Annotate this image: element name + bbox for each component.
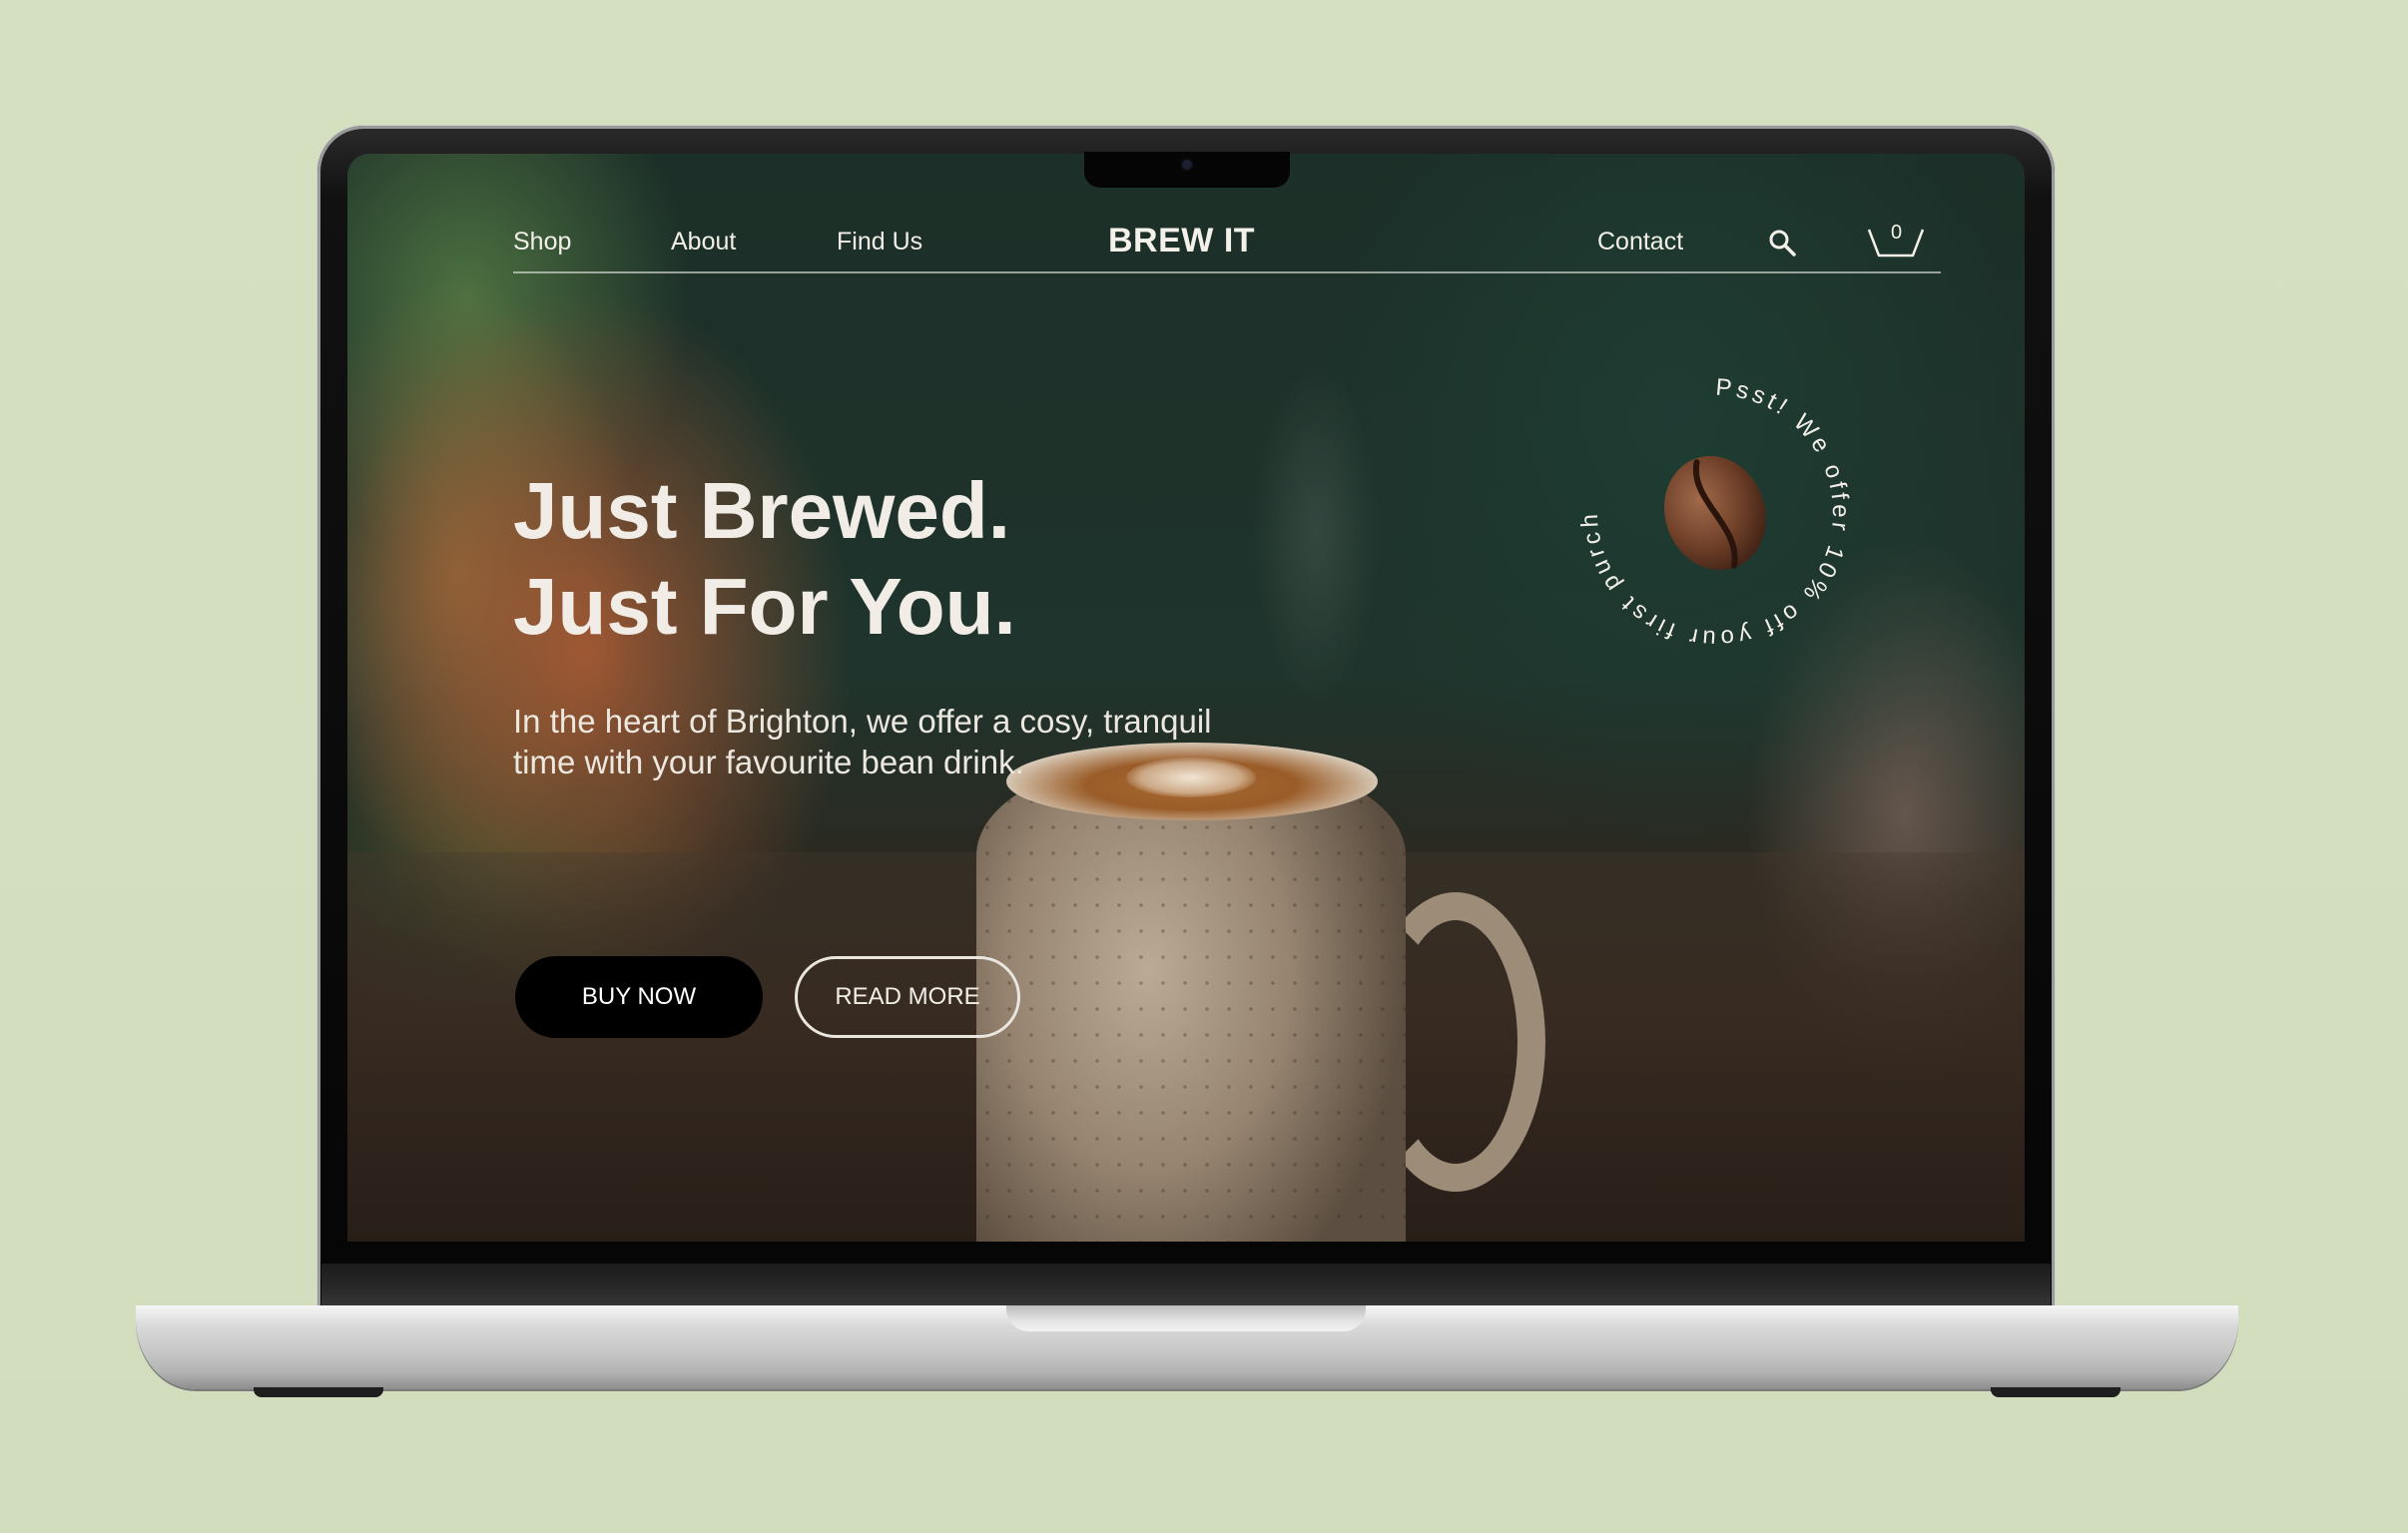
laptop-mockup-scene: Shop About Find Us BREW IT Contact 0 Jus… bbox=[0, 0, 2408, 1533]
hero-subtext: In the heart of Brighton, we offer a cos… bbox=[513, 701, 1332, 782]
hero-headline: Just Brewed. Just For You. bbox=[513, 463, 1412, 655]
top-navigation: Shop About Find Us BREW IT Contact 0 bbox=[513, 222, 1941, 265]
website-screen: Shop About Find Us BREW IT Contact 0 Jus… bbox=[347, 154, 2025, 1242]
laptop-foot-right bbox=[1991, 1387, 2120, 1397]
buy-now-button[interactable]: BUY NOW bbox=[515, 956, 763, 1038]
nav-link-shop[interactable]: Shop bbox=[513, 228, 571, 256]
coffee-mug bbox=[976, 763, 1406, 1242]
nav-link-find-us[interactable]: Find Us bbox=[837, 228, 922, 256]
subtext-line-2: time with your favourite bean drink. bbox=[513, 744, 1024, 780]
coffee-bean-icon bbox=[1663, 455, 1767, 571]
subtext-line-1: In the heart of Brighton, we offer a cos… bbox=[513, 703, 1212, 740]
webcam bbox=[1182, 160, 1192, 170]
promo-badge: Psst! We offer 10% off your first purcha… bbox=[1565, 363, 1850, 652]
nav-divider bbox=[513, 271, 1941, 273]
camera-notch bbox=[1084, 152, 1290, 188]
nav-link-contact[interactable]: Contact bbox=[1597, 228, 1683, 256]
headline-line-2: Just For You. bbox=[513, 562, 1016, 651]
headline-line-1: Just Brewed. bbox=[513, 466, 1010, 555]
laptop-hinge bbox=[321, 1264, 2051, 1311]
laptop-foot-left bbox=[254, 1387, 383, 1397]
search-icon[interactable] bbox=[1767, 228, 1797, 257]
read-more-button[interactable]: READ MORE bbox=[795, 956, 1020, 1038]
laptop-opening-lip bbox=[1006, 1305, 1366, 1331]
brand-logo[interactable]: BREW IT bbox=[1108, 222, 1255, 260]
nav-link-about[interactable]: About bbox=[671, 228, 736, 256]
cart-count: 0 bbox=[1891, 222, 1903, 244]
